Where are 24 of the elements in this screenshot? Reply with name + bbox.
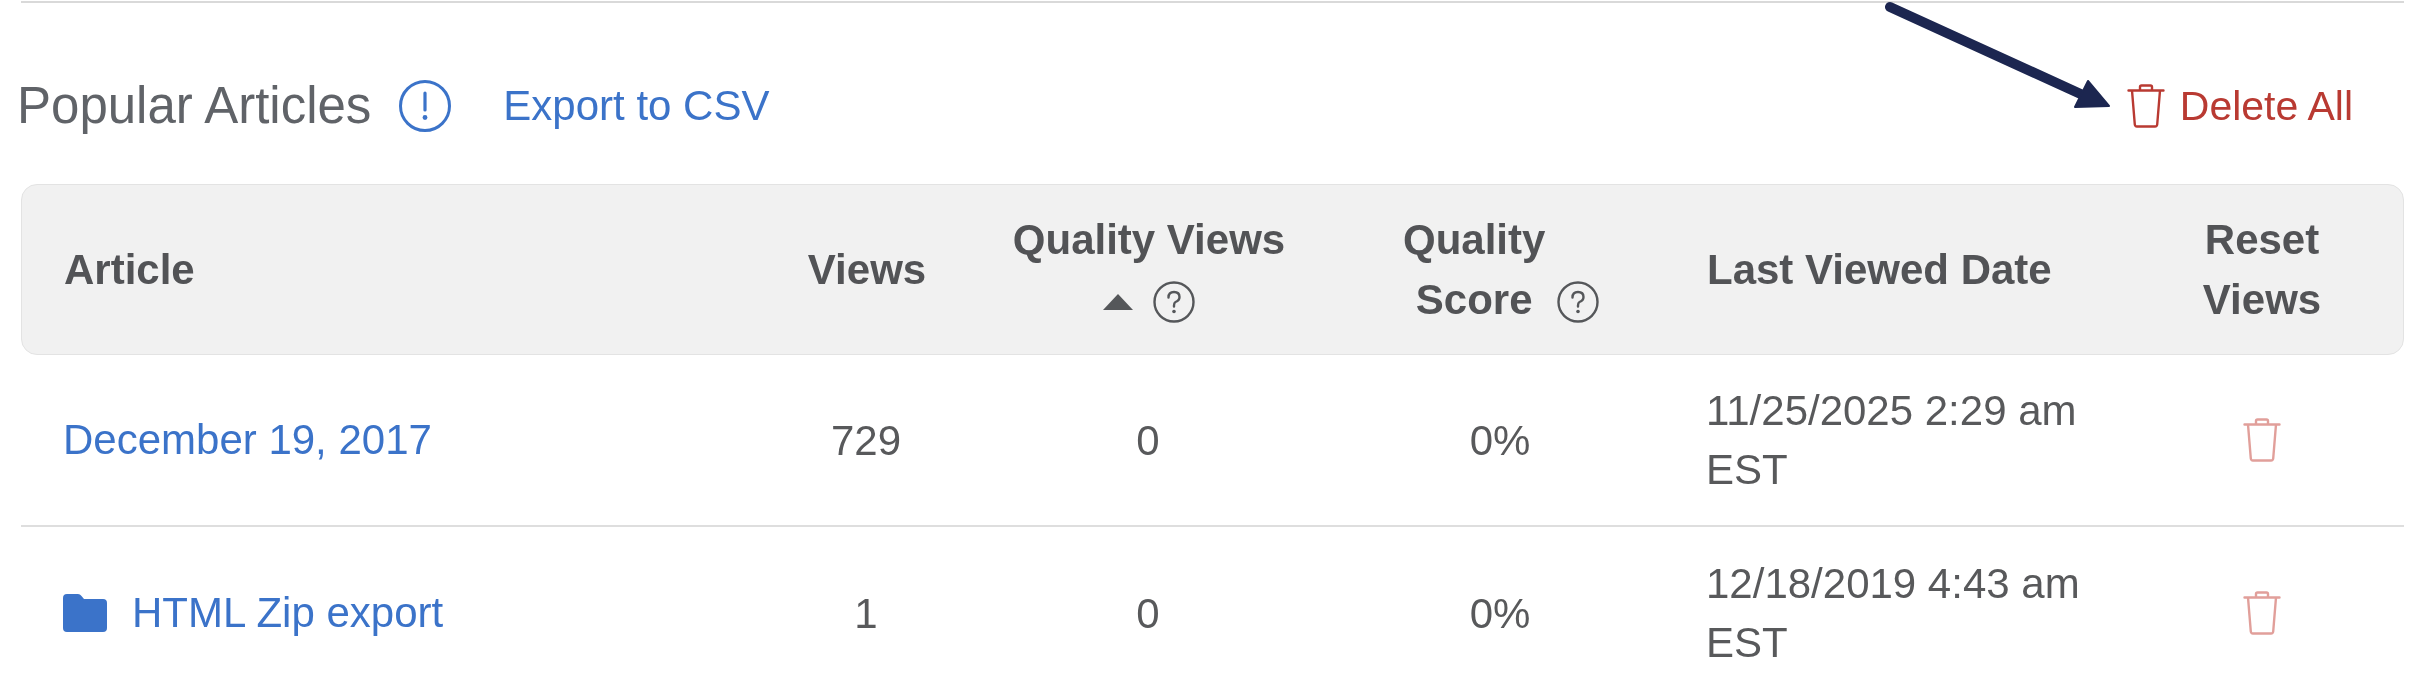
folder-icon (63, 594, 107, 632)
article-link[interactable]: HTML Zip export (132, 588, 444, 638)
delete-all-button[interactable]: Delete All (2126, 81, 2353, 131)
column-header[interactable]: Reset Views (2202, 209, 2322, 330)
table-cell-text: 0 (1136, 415, 1160, 466)
column-header[interactable]: Article (64, 245, 195, 293)
column-header[interactable]: Quality Views (1012, 215, 1286, 263)
trash-icon (2126, 84, 2165, 128)
article-link[interactable]: December 19, 2017 (63, 415, 432, 465)
section-title: Popular Articles (17, 76, 372, 136)
help-icon[interactable] (1153, 281, 1195, 324)
table-cell-text: 0 (1136, 588, 1160, 639)
column-header[interactable]: Quality Score (1402, 209, 1546, 330)
export-csv-link[interactable]: Export to CSV (503, 81, 770, 131)
table-cell-text: 0% (1469, 588, 1531, 639)
table-cell-text: 1 (854, 588, 878, 639)
column-header[interactable]: Last Viewed Date (1707, 245, 2052, 293)
column-header[interactable]: Views (807, 245, 927, 293)
table-cell-text: 729 (830, 415, 902, 466)
exclamation-circle-icon[interactable] (399, 80, 452, 132)
help-icon[interactable] (1557, 281, 1599, 324)
table-cell-text: 12/18/2019 4:43 am EST (1706, 559, 2081, 668)
table-cell-text: 11/25/2025 2:29 am EST (1706, 386, 2078, 495)
table-cell-text: 0% (1469, 415, 1531, 466)
